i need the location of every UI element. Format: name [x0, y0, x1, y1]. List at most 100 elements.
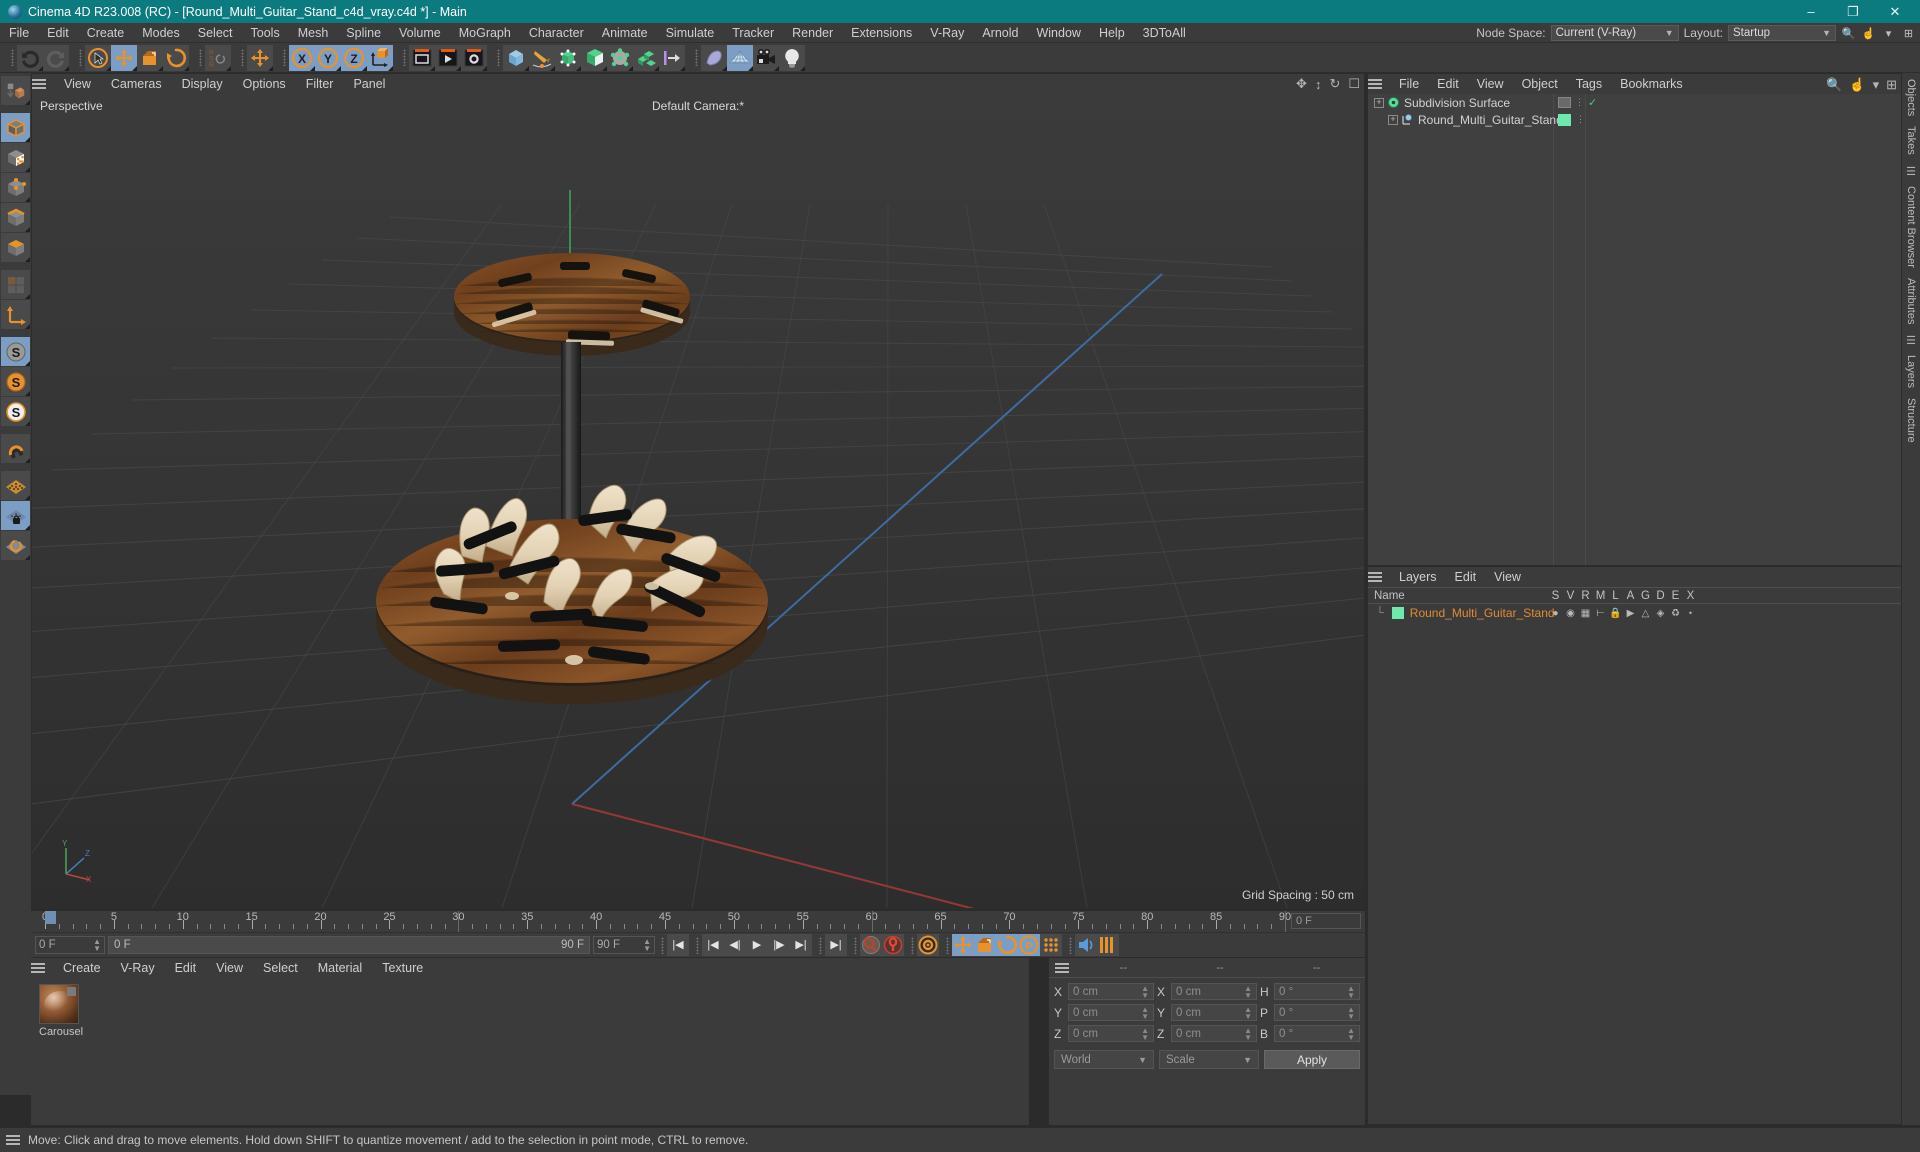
- material-preview-thumbnail[interactable]: [39, 984, 79, 1024]
- search-icon[interactable]: 🔍: [1841, 26, 1856, 41]
- viewport-canvas[interactable]: Perspective Default Camera:* Grid Spacin…: [32, 94, 1364, 908]
- key-rotation-button[interactable]: [996, 934, 1018, 956]
- add-camera-button[interactable]: [753, 44, 779, 71]
- object-menu-file[interactable]: File: [1390, 77, 1428, 91]
- menu-item-extensions[interactable]: Extensions: [842, 23, 921, 43]
- y-axis-lock-button[interactable]: Y: [315, 44, 341, 71]
- toolbar-drag-handle[interactable]: [280, 45, 289, 71]
- material-menu-v-ray[interactable]: V-Ray: [111, 961, 165, 975]
- anim-drag-handle[interactable]: [816, 932, 825, 958]
- material-menu-texture[interactable]: Texture: [372, 961, 433, 975]
- coord-size-field[interactable]: 0 cm ▲ ▼: [1171, 983, 1257, 1000]
- stepper-icon[interactable]: ▲ ▼: [1244, 1005, 1252, 1020]
- rail-tab-takes[interactable]: Takes: [1905, 126, 1917, 155]
- layer-menu-edit[interactable]: Edit: [1446, 570, 1486, 584]
- go-to-start-button[interactable]: |◀: [667, 934, 689, 956]
- minimize-button[interactable]: –: [1790, 0, 1832, 23]
- toolbar-drag-handle[interactable]: [8, 45, 17, 71]
- end-frame-field[interactable]: 90 F ▲ ▼: [593, 936, 655, 954]
- viewport-menu-panel[interactable]: Panel: [343, 77, 395, 91]
- menu-item-v-ray[interactable]: V-Ray: [921, 23, 973, 43]
- menu-item-mesh[interactable]: Mesh: [289, 23, 338, 43]
- manager-icon[interactable]: ⊢: [1593, 608, 1608, 619]
- layer-column-a[interactable]: A: [1623, 588, 1638, 605]
- undo-button[interactable]: [17, 44, 43, 71]
- step-back-button[interactable]: ◀|: [724, 934, 746, 956]
- material-menu-icon[interactable]: [31, 963, 45, 973]
- generators-icon[interactable]: △: [1638, 608, 1653, 619]
- rail-tab-attributes[interactable]: Attributes: [1905, 278, 1917, 324]
- go-to-previous-key-button[interactable]: |◀: [702, 934, 724, 956]
- toolbar-drag-handle[interactable]: [238, 45, 247, 71]
- menu-item-render[interactable]: Render: [783, 23, 842, 43]
- search-icon[interactable]: 🔍: [1826, 77, 1842, 93]
- polygons-mode-tool[interactable]: [1, 233, 30, 262]
- menu-item-3dtoall[interactable]: 3DToAll: [1134, 23, 1195, 43]
- menu-item-character[interactable]: Character: [520, 23, 593, 43]
- snap-settings-tool[interactable]: S: [1, 367, 30, 396]
- menu-item-simulate[interactable]: Simulate: [657, 23, 724, 43]
- layer-row[interactable]: └ Round_Multi_Guitar_Stand ● ◉ ▦ ⊢ 🔒 ▶ △…: [1368, 604, 1901, 622]
- xref-icon[interactable]: ⋆: [1683, 608, 1698, 619]
- layer-column-e[interactable]: E: [1668, 588, 1683, 605]
- layer-column-g[interactable]: G: [1638, 588, 1653, 605]
- maximize-viewport-icon[interactable]: ☐: [1348, 76, 1360, 92]
- current-frame-field[interactable]: 0 F ▲ ▼: [35, 936, 105, 954]
- layer-column-l[interactable]: L: [1608, 588, 1623, 605]
- layout-dropdown[interactable]: Startup ▼: [1728, 25, 1836, 41]
- expand-collapse-icon[interactable]: +: [1374, 97, 1384, 108]
- add-spline-button[interactable]: [529, 44, 555, 71]
- object-menu-object[interactable]: Object: [1513, 77, 1567, 91]
- layer-column-d[interactable]: D: [1653, 588, 1668, 605]
- snap-quantize-tool[interactable]: S: [1, 397, 30, 426]
- timeline-right-field[interactable]: 0 F: [1291, 913, 1361, 929]
- key-position-button[interactable]: [952, 934, 974, 956]
- viewport-menu-filter[interactable]: Filter: [296, 77, 344, 91]
- menu-item-animate[interactable]: Animate: [593, 23, 657, 43]
- key-pla-button[interactable]: [1040, 934, 1062, 956]
- move-down-tool[interactable]: [1, 76, 30, 105]
- play-button[interactable]: ▶: [746, 934, 768, 956]
- timeline-ruler[interactable]: 051015202530354045505560657075808590 0 F: [31, 911, 1365, 933]
- axis-mode-tool[interactable]: [1, 300, 30, 329]
- toolbar-drag-handle[interactable]: [400, 45, 409, 71]
- layer-column-s[interactable]: S: [1548, 588, 1563, 605]
- anim-drag-handle[interactable]: [693, 932, 702, 958]
- layer-column-v[interactable]: V: [1563, 588, 1578, 605]
- uv-mode-tool[interactable]: [1, 270, 30, 299]
- material-menu-view[interactable]: View: [206, 961, 253, 975]
- anim-drag-handle[interactable]: [851, 932, 860, 958]
- layer-color-tag-icon[interactable]: [1558, 113, 1571, 126]
- coord-size-field[interactable]: 0 cm ▲ ▼: [1171, 1004, 1257, 1021]
- layer-menu-layers[interactable]: Layers: [1390, 570, 1446, 584]
- expressions-icon[interactable]: ♻: [1668, 608, 1683, 619]
- move-tool-button[interactable]: [111, 44, 137, 71]
- texture-mode-tool[interactable]: [1, 143, 30, 172]
- animation-icon[interactable]: ▶: [1623, 608, 1638, 619]
- add-array-button[interactable]: [581, 44, 607, 71]
- workplane-tool[interactable]: [1, 471, 30, 500]
- material-menu-material[interactable]: Material: [308, 961, 372, 975]
- anim-drag-handle[interactable]: [943, 932, 952, 958]
- rail-tab-content-browser[interactable]: Content Browser: [1905, 186, 1917, 268]
- add-environment-button[interactable]: [727, 44, 753, 71]
- anim-drag-handle[interactable]: [908, 932, 917, 958]
- magnet-tool[interactable]: [1, 434, 30, 463]
- phong-tag-icon[interactable]: [1558, 97, 1571, 108]
- render-view-button[interactable]: [409, 44, 435, 71]
- add-field-button[interactable]: [659, 44, 685, 71]
- move-duplicate-button[interactable]: [247, 44, 273, 71]
- points-mode-tool[interactable]: [1, 173, 30, 202]
- menu-item-create[interactable]: Create: [78, 23, 134, 43]
- maximize-button[interactable]: ❐: [1832, 0, 1874, 23]
- coord-rotation-field[interactable]: 0 ° ▲ ▼: [1274, 983, 1360, 1000]
- menu-item-spline[interactable]: Spline: [337, 23, 390, 43]
- go-to-end-button[interactable]: ▶|: [825, 934, 847, 956]
- menu-item-mograph[interactable]: MoGraph: [450, 23, 520, 43]
- object-menu-tags[interactable]: Tags: [1567, 77, 1611, 91]
- menu-item-arnold[interactable]: Arnold: [973, 23, 1027, 43]
- menu-item-modes[interactable]: Modes: [133, 23, 189, 43]
- rail-tab-objects[interactable]: Objects: [1905, 79, 1917, 116]
- zoom-icon[interactable]: ↕: [1315, 77, 1322, 92]
- stepper-icon[interactable]: ▲ ▼: [1347, 1026, 1355, 1041]
